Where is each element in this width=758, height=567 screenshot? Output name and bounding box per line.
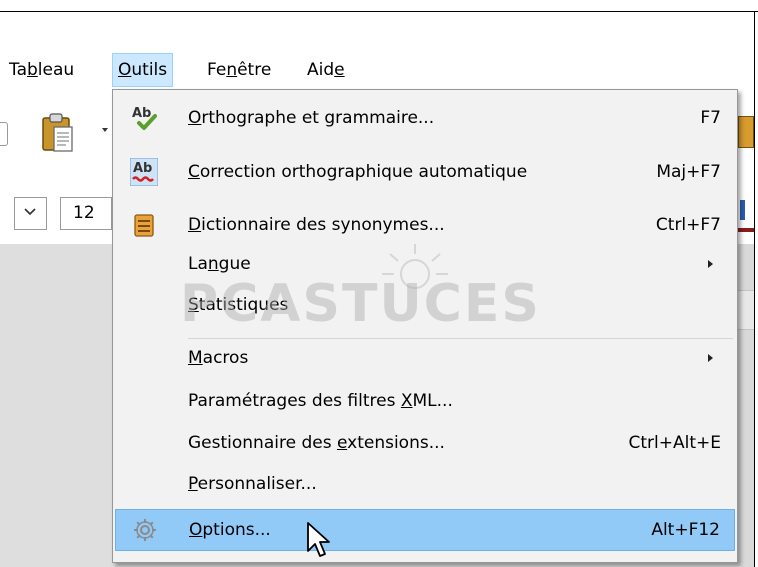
document-margin [0,244,115,567]
menu-item-correction-auto[interactable]: Ab Correction orthographique automatique… [115,153,735,191]
font-color-bar [738,228,754,232]
menu-outils-text-b: utils [131,60,168,80]
shortcut-text: Alt+F12 [651,520,720,540]
menu-tableau-text-a: Ta [9,60,27,80]
thesaurus-icon [134,214,154,237]
side-panel-partial [738,290,754,330]
menu-item-label: Personnaliser... [188,465,317,503]
menu-tableau[interactable]: Tableau [4,53,79,87]
label-rest: ersonnaliser... [197,474,317,494]
accel-letter: C [188,162,200,182]
paste-icon[interactable] [40,112,76,154]
shortcut-text: Maj+F7 [656,162,721,182]
label-rest: ML... [412,391,453,411]
accel-letter: O [189,520,203,540]
menu-aide-accel: e [334,60,345,80]
menu-item-filtres-xml[interactable]: Paramétrages des filtres XML... [115,382,735,420]
submenu-arrow-icon [708,354,713,362]
menu-fenetre[interactable]: Fenêtre [202,53,276,87]
menu-item-label: Orthographe et grammaire... [188,99,434,137]
accel-letter: X [400,391,413,411]
outils-dropdown-menu: Ab Orthographe et grammaire... F7 Ab Cor… [112,89,738,563]
accel-letter: P [188,474,198,494]
menu-aide-text-a: Aid [307,60,335,80]
label-rest: ptions... [202,520,271,540]
style-dropdown-button[interactable] [14,197,47,230]
menu-item-label: Gestionnaire des extensions... [188,424,445,462]
shortcut-text: Ctrl+F7 [655,215,721,235]
submenu-arrow-icon [708,260,713,268]
menu-outils-accel: O [118,60,132,80]
window-top-border [0,0,758,12]
menu-outils[interactable]: Outils [112,53,174,87]
menu-item-label: Langue [188,245,251,283]
shortcut-text: Ctrl+Alt+E [628,433,722,453]
accel-letter: n [207,254,219,274]
label-rest: rthographe et grammaire... [201,108,435,128]
menu-item-personnaliser[interactable]: Personnaliser... [115,465,735,503]
label-rest: ictionnaire des synonymes... [201,215,445,235]
paste-dropdown-arrow-icon[interactable] [102,128,108,132]
menu-item-label: Options... [189,510,271,550]
autocorrect-icon: Ab [130,158,158,186]
accel-letter: D [188,215,202,235]
menu-item-label: Statistiques [188,286,288,324]
accel-letter: S [188,295,199,315]
label-pre: La [188,254,208,274]
label-pre: Paramétrages des filtres [188,391,401,411]
menu-aide[interactable]: Aide [302,53,350,87]
svg-text:Ab: Ab [133,161,152,176]
label-pre: Gestionnaire des [188,433,337,453]
menu-item-orthographe[interactable]: Ab Orthographe et grammaire... F7 [115,99,735,137]
menu-item-macros[interactable]: Macros [115,339,735,377]
window-right-border [754,12,758,567]
accel-letter: O [188,108,202,128]
chevron-down-icon [24,208,36,216]
toolbar-button-edge[interactable] [0,122,8,146]
menu-item-langue[interactable]: Langue [115,245,735,283]
underline-icon-partial[interactable] [738,196,754,226]
menu-fenetre-text-b: être [237,60,272,80]
svg-text:Ab: Ab [132,106,151,121]
shortcut-text: F7 [700,108,721,128]
menu-tableau-text-b: leau [37,60,75,80]
label-rest: xtensions... [347,433,445,453]
menu-item-extensions[interactable]: Gestionnaire des extensions... Ctrl+Alt+… [115,424,735,462]
label-rest: orrection orthographique automatique [199,162,528,182]
menu-fenetre-text-a: Fe [207,60,227,80]
gear-icon [134,519,156,541]
menu-fenetre-accel: n [226,60,238,80]
label-rest: tatistiques [198,295,289,315]
menu-tableau-accel: b [27,60,38,80]
menu-item-label: Dictionnaire des synonymes... [188,206,445,244]
menu-item-statistiques[interactable]: Statistiques [115,286,735,324]
menu-item-dictionnaire[interactable]: Dictionnaire des synonymes... Ctrl+F7 [115,206,735,244]
menu-bar: Tableau Outils Fenêtre Aide [0,12,754,90]
accel-letter: e [336,433,348,453]
menu-item-label: Paramétrages des filtres XML... [188,382,453,420]
mouse-cursor-icon [307,522,330,557]
spellcheck-icon: Ab [132,106,157,130]
label-rest: acros [202,348,249,368]
menu-item-options[interactable]: Options... Alt+F12 [115,509,735,551]
toolbar-icon-partial[interactable] [738,116,754,148]
menu-item-label: Correction orthographique automatique [188,153,527,191]
font-size-field[interactable]: 12 [60,197,112,230]
label-rest: gue [218,254,251,274]
accel-letter: M [188,348,203,368]
menu-item-label: Macros [188,339,248,377]
